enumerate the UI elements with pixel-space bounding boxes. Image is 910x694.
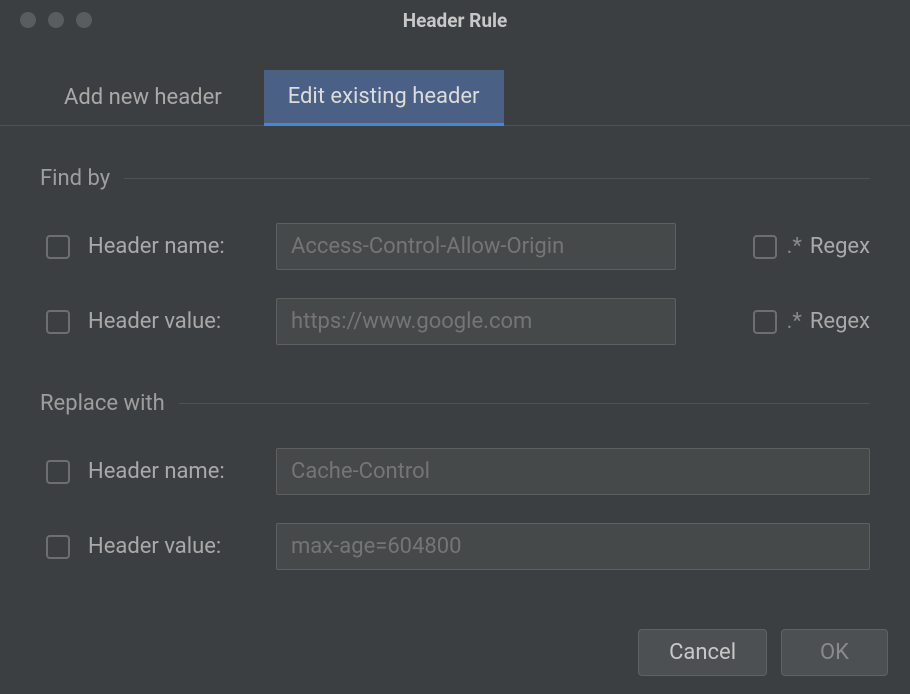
find-header-value-label: Header value: [88,309,258,334]
titlebar: Header Rule [0,0,910,40]
window-title: Header Rule [0,9,910,32]
divider [179,403,870,404]
find-header-name-regex-group: .* Regex [753,234,870,259]
replace-with-section-header: Replace with [40,391,870,416]
find-header-name-checkbox[interactable] [46,235,70,259]
find-header-name-regex-checkbox[interactable] [753,235,777,259]
replace-header-name-label: Header name: [88,459,258,484]
find-header-value-regex-label: Regex [810,309,870,334]
find-header-value-regex-checkbox[interactable] [753,310,777,334]
find-header-name-label: Header name: [88,234,258,259]
tab-edit-existing-header[interactable]: Edit existing header [264,70,504,126]
button-bar: Cancel OK [638,629,888,676]
maximize-window-icon[interactable] [76,12,92,28]
replace-header-name-checkbox[interactable] [46,460,70,484]
find-header-name-row: Header name: .* Regex [40,223,870,270]
replace-with-title: Replace with [40,391,165,416]
replace-header-value-checkbox[interactable] [46,535,70,559]
divider [124,178,870,179]
find-header-value-row: Header value: .* Regex [40,298,870,345]
close-window-icon[interactable] [20,12,36,28]
find-header-name-input[interactable] [276,223,676,270]
find-header-value-regex-group: .* Regex [753,309,870,334]
find-header-value-input[interactable] [276,298,676,345]
regex-prefix-icon: .* [787,234,802,259]
find-header-value-checkbox[interactable] [46,310,70,334]
replace-header-value-label: Header value: [88,534,258,559]
tab-add-new-header[interactable]: Add new header [40,70,246,125]
find-by-section-header: Find by [40,166,870,191]
minimize-window-icon[interactable] [48,12,64,28]
replace-header-name-row: Header name: [40,448,870,495]
replace-header-value-input[interactable] [276,523,870,570]
ok-button[interactable]: OK [781,629,888,676]
find-header-name-regex-label: Regex [810,234,870,259]
content-area: Find by Header name: .* Regex Header val… [0,126,910,570]
cancel-button[interactable]: Cancel [638,629,767,676]
replace-header-value-row: Header value: [40,523,870,570]
window-controls [20,12,92,28]
find-by-title: Find by [40,166,110,191]
tab-bar: Add new header Edit existing header [0,40,910,126]
regex-prefix-icon: .* [787,309,802,334]
replace-header-name-input[interactable] [276,448,870,495]
